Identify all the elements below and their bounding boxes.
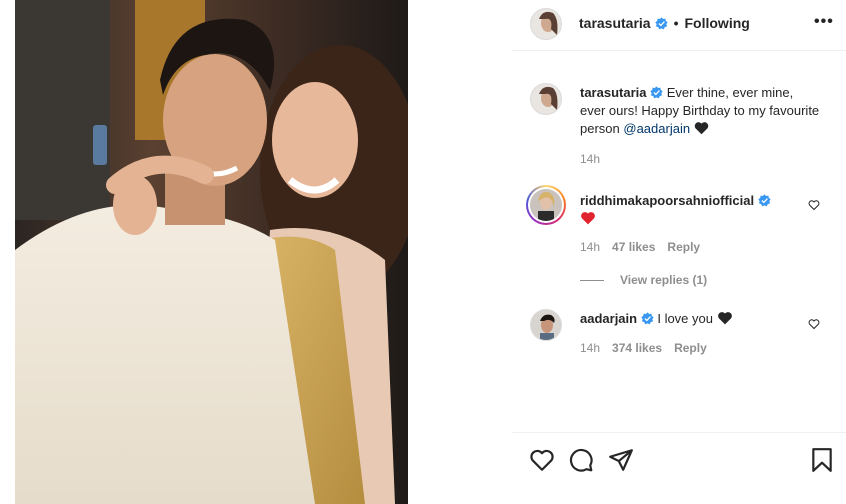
caption-meta: 14h: [580, 152, 600, 166]
caption-text: tarasutaria Ever thine, ever mine, ever …: [580, 84, 822, 138]
following-button[interactable]: Following: [685, 15, 750, 31]
black-heart-icon: [717, 312, 732, 325]
comment-username[interactable]: riddhimakapoorsahniofficial: [580, 193, 754, 208]
owner-avatar[interactable]: [530, 8, 562, 40]
caption-time[interactable]: 14h: [580, 152, 600, 166]
verified-icon: [654, 16, 668, 29]
left-gutter: [0, 0, 15, 504]
follow-separator: •: [673, 15, 679, 31]
like-icon[interactable]: [529, 447, 555, 473]
replies-divider: [580, 279, 604, 281]
view-replies-label[interactable]: View replies (1): [620, 273, 707, 287]
caption-mention-link[interactable]: @aadarjain: [623, 121, 690, 136]
comment-time[interactable]: 14h: [580, 341, 600, 355]
save-icon[interactable]: [809, 447, 835, 473]
commenter-avatar-story-ring[interactable]: [526, 185, 566, 225]
commenter-avatar[interactable]: [530, 309, 562, 341]
comment-icon[interactable]: [568, 447, 594, 473]
like-comment-icon[interactable]: [808, 318, 820, 330]
comment-username[interactable]: aadarjain: [580, 311, 637, 326]
red-heart-icon: [581, 212, 595, 225]
comment-text: riddhimakapoorsahniofficial: [580, 192, 822, 228]
comment-time[interactable]: 14h: [580, 240, 600, 254]
post-header: tarasutaria • Following •••: [512, 0, 846, 51]
comment-body: I love you: [657, 311, 713, 326]
reply-button[interactable]: Reply: [667, 240, 700, 254]
post-panel: tarasutaria • Following ••• tarasutaria …: [512, 0, 846, 504]
comment-meta: 14h 47 likes Reply: [580, 240, 700, 254]
share-icon[interactable]: [608, 447, 634, 473]
owner-username[interactable]: tarasutaria: [579, 15, 651, 31]
comment-likes[interactable]: 47 likes: [612, 240, 655, 254]
comment-likes[interactable]: 374 likes: [612, 341, 662, 355]
view-replies-button[interactable]: View replies (1): [580, 273, 707, 287]
more-options-icon[interactable]: •••: [814, 13, 834, 31]
owner-header-row: tarasutaria • Following: [579, 15, 750, 31]
post-photo[interactable]: [15, 0, 408, 504]
reply-button[interactable]: Reply: [674, 341, 707, 355]
post-actions-bar: [512, 432, 846, 504]
caption-username[interactable]: tarasutaria: [580, 85, 646, 100]
verified-icon: [650, 86, 663, 99]
comment-text: aadarjain I love you: [580, 310, 822, 328]
black-heart-icon: [694, 122, 708, 135]
like-comment-icon[interactable]: [808, 199, 820, 211]
verified-icon: [758, 194, 771, 207]
comment-meta: 14h 374 likes Reply: [580, 341, 707, 355]
verified-icon: [641, 312, 654, 325]
caption-avatar[interactable]: [530, 83, 562, 115]
